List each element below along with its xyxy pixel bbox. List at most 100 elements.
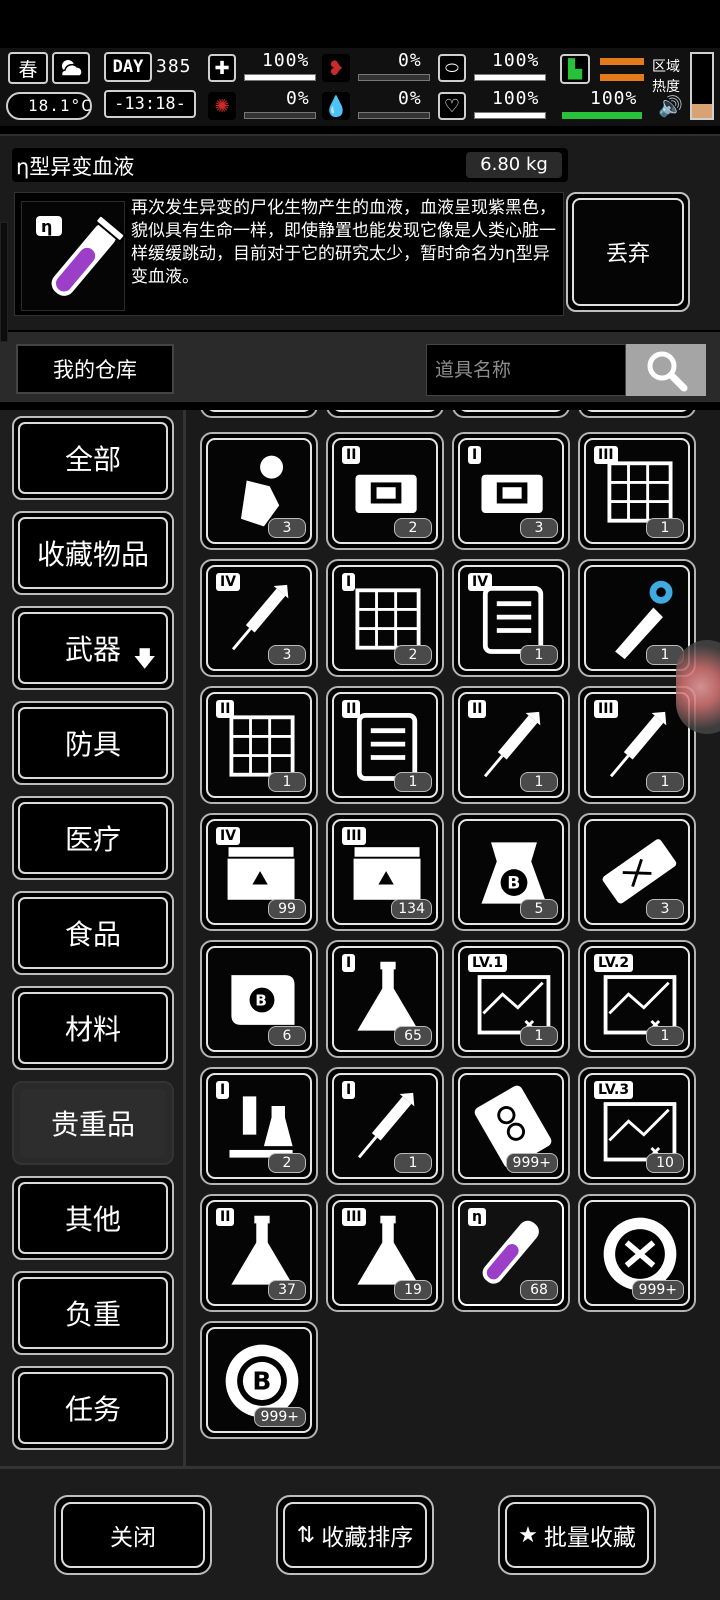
category-sidebar: 全部收藏物品武器 🡇 防具医疗食品材料贵重品其他负重任务: [0, 410, 186, 1466]
category-button[interactable]: 医疗: [12, 796, 174, 880]
search-input[interactable]: [426, 344, 626, 396]
slot-face: 3: [584, 819, 690, 925]
category-button[interactable]: 防具: [12, 701, 174, 785]
tier-badge: IV: [216, 573, 241, 591]
item-count: 65: [394, 1026, 432, 1046]
tier-badge: III: [342, 827, 366, 845]
category-button[interactable]: 任务: [12, 1366, 174, 1450]
category-button[interactable]: 负重: [12, 1271, 174, 1355]
tier-badge: II: [342, 700, 361, 718]
inventory-slot[interactable]: I 65: [326, 940, 444, 1058]
status-hud: 春 18.1°C DAY 385 -13:18- ✚ 100% ❥ 0% ⬭ 1…: [0, 48, 720, 126]
item-count: 1: [394, 772, 432, 792]
slot-face: II 1: [458, 692, 564, 798]
inventory-slot[interactable]: 3: [578, 813, 696, 931]
category-button[interactable]: 其他: [12, 1176, 174, 1260]
category-button[interactable]: 材料: [12, 986, 174, 1070]
category-label: 其他: [64, 1203, 121, 1236]
inventory-slot[interactable]: III 134: [326, 813, 444, 931]
slot-face: I1: [332, 1073, 438, 1179]
category-button[interactable]: 收藏物品: [12, 511, 174, 595]
item-name: η型异变血液: [16, 155, 135, 179]
slot-face: B5: [458, 819, 564, 925]
category-button-face: 武器 🡇: [18, 612, 168, 684]
tier-badge: I: [216, 1081, 230, 1099]
medkit-icon: ✚: [208, 54, 236, 82]
category-label: 材料: [64, 1013, 121, 1046]
slot-face: II 1: [332, 692, 438, 798]
inventory-slot[interactable]: I1: [326, 1067, 444, 1185]
inventory-slot-partial[interactable]: [200, 410, 318, 418]
category-button-face: 材料: [18, 992, 168, 1064]
discard-button[interactable]: 丢弃: [566, 192, 690, 312]
inventory-slot[interactable]: B6: [200, 940, 318, 1058]
sort-label: 收藏排序: [321, 1525, 414, 1551]
inventory-slot[interactable]: III 19: [326, 1194, 444, 1312]
day-badge: DAY: [104, 52, 152, 82]
inventory-slot[interactable]: 3: [200, 432, 318, 550]
inventory-slot[interactable]: B 999+: [200, 1321, 318, 1439]
inventory-slot[interactable]: II 37: [200, 1194, 318, 1312]
item-count: 68: [520, 1280, 558, 1300]
tier-badge: I: [342, 1081, 356, 1099]
item-count: 1: [646, 518, 684, 538]
category-label: 贵重品: [50, 1108, 135, 1141]
slot-face: II 37: [206, 1200, 312, 1306]
category-button[interactable]: 武器 🡇: [12, 606, 174, 690]
inventory-slot[interactable]: II 1: [326, 686, 444, 804]
stat-brain-bar: [244, 112, 316, 119]
inventory-slot[interactable]: I2: [200, 1067, 318, 1185]
category-button[interactable]: 全部: [12, 416, 174, 500]
slot-face: IV 99: [206, 819, 312, 925]
svg-text:B: B: [252, 1367, 271, 1396]
inventory-slot[interactable]: I3: [452, 432, 570, 550]
category-button-face: 防具: [18, 707, 168, 779]
inventory-slot[interactable]: LV.1 1: [452, 940, 570, 1058]
inventory-slot[interactable]: IV 3: [200, 559, 318, 677]
inventory-slot-partial[interactable]: [578, 410, 696, 418]
sort-favorites-button[interactable]: ⇅ 收藏排序: [276, 1495, 434, 1575]
close-label: 关闭: [110, 1525, 156, 1551]
inventory-slot-partial[interactable]: [326, 410, 444, 418]
inventory-slot[interactable]: IV 99: [200, 813, 318, 931]
item-weight: 6.80 kg: [466, 152, 562, 178]
inventory-slot[interactable]: III 1: [578, 432, 696, 550]
inventory-slot[interactable]: B5: [452, 813, 570, 931]
slot-face: [206, 410, 312, 412]
slot-face: η 68: [458, 1200, 564, 1306]
inventory-slot[interactable]: 999+: [452, 1067, 570, 1185]
hunger-bar-2: [600, 74, 644, 81]
inventory-slot[interactable]: 999+: [578, 1194, 696, 1312]
day-label: DAY: [112, 57, 144, 77]
tier-badge: LV.2: [594, 954, 634, 972]
item-count: 37: [268, 1280, 306, 1300]
season-label: 春: [18, 58, 38, 81]
inventory-slot[interactable]: η 68: [452, 1194, 570, 1312]
category-button[interactable]: 贵重品: [12, 1081, 174, 1165]
capsule-icon: ⬭: [438, 54, 466, 82]
batch-favorite-button[interactable]: ★ 批量收藏: [498, 1495, 656, 1575]
close-button[interactable]: 关闭: [54, 1495, 212, 1575]
category-button[interactable]: 食品: [12, 891, 174, 975]
category-button-face: 医疗: [18, 802, 168, 874]
floating-assistant-orb[interactable]: [676, 640, 720, 734]
weather-icon: [52, 52, 90, 84]
item-count: 1: [520, 772, 558, 792]
speaker-icon[interactable]: 🔊: [658, 94, 683, 118]
inventory-slot-partial[interactable]: [452, 410, 570, 418]
item-count: 999+: [631, 1280, 684, 1300]
inventory-slot[interactable]: IV 1: [452, 559, 570, 677]
inventory-slot[interactable]: II 1: [452, 686, 570, 804]
drawer-handle[interactable]: [0, 222, 8, 342]
stat-medkit-value: 100%: [262, 50, 310, 71]
inventory-slot[interactable]: II 2: [326, 432, 444, 550]
slot-face: LV.2 1: [584, 946, 690, 1052]
inventory-slot[interactable]: LV.2 1: [578, 940, 696, 1058]
search-button[interactable]: [626, 344, 706, 396]
warehouse-tab[interactable]: 我的仓库: [16, 344, 174, 394]
item-count: 10: [646, 1153, 684, 1173]
inventory-slot[interactable]: I2: [326, 559, 444, 677]
stamina-bar: [562, 112, 642, 119]
inventory-slot[interactable]: II 1: [200, 686, 318, 804]
inventory-slot[interactable]: LV.3 10: [578, 1067, 696, 1185]
